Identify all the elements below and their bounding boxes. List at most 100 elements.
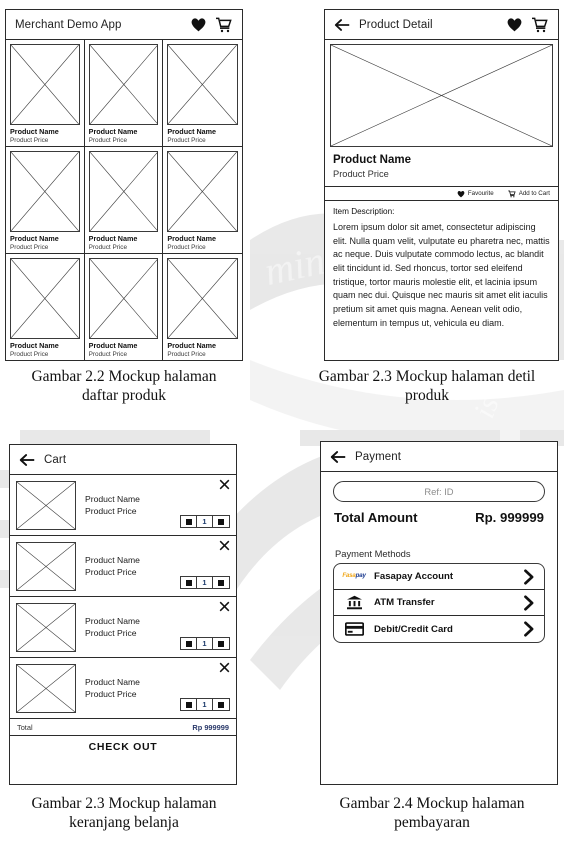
increase-quantity-button[interactable] xyxy=(213,516,229,527)
cart-item-list: Product Name Product Price 1 Product Name Pr… xyxy=(10,475,236,719)
mockup-cart: Cart Product Name Product Price 1 Product N… xyxy=(9,444,237,785)
product-hero-image-placeholder xyxy=(330,44,553,147)
product-card[interactable]: Product Name Product Price xyxy=(84,40,164,147)
payment-method-item[interactable]: ATM Transfer xyxy=(334,590,544,616)
cart-total-row: Total Rp 999999 xyxy=(10,719,236,736)
product-image-placeholder xyxy=(167,44,238,125)
payment-method-item[interactable]: Debit/Credit Card xyxy=(334,616,544,642)
product-name: Product Name xyxy=(10,341,59,350)
plus-icon xyxy=(218,640,224,647)
product-card[interactable]: Product Name Product Price xyxy=(85,254,164,360)
minus-icon xyxy=(185,701,192,708)
heart-icon[interactable] xyxy=(190,17,207,32)
remove-item-icon[interactable] xyxy=(219,601,230,612)
plus-icon xyxy=(218,579,224,586)
back-arrow-icon[interactable] xyxy=(334,18,351,32)
caption-line-2: daftar produk xyxy=(82,386,166,404)
quantity-stepper[interactable]: 1 xyxy=(180,576,230,589)
payment-method-label: Debit/Credit Card xyxy=(374,623,453,635)
remove-item-icon[interactable] xyxy=(219,540,230,551)
product-card[interactable]: Product Name Product Price xyxy=(84,147,164,254)
product-price: Product Price xyxy=(88,351,128,358)
mockup-product-list: Merchant Demo App Product Name Product Pr… xyxy=(5,9,243,361)
payment-method-label: ATM Transfer xyxy=(374,597,435,608)
cart-item-image-placeholder xyxy=(16,541,76,591)
decrease-quantity-button[interactable] xyxy=(181,516,197,527)
app-title: Merchant Demo App xyxy=(15,18,122,31)
remove-item-icon[interactable] xyxy=(219,662,230,673)
add-to-cart-label: Add to Cart xyxy=(518,190,550,197)
quantity-stepper[interactable]: 1 xyxy=(180,515,230,528)
mockup-payment: Payment Ref: ID Total Amount Rp. 999999 … xyxy=(320,441,558,785)
cart-icon[interactable] xyxy=(215,17,233,33)
decrease-quantity-button[interactable] xyxy=(181,638,197,649)
back-arrow-icon[interactable] xyxy=(19,453,36,467)
ref-id-input[interactable]: Ref: ID xyxy=(333,481,545,502)
caption-line-2: produk xyxy=(405,386,449,404)
caption-line-1: Gambar 2.3 Mockup halaman detil xyxy=(318,368,536,385)
decrease-quantity-button[interactable] xyxy=(181,699,197,710)
product-price: Product Price xyxy=(167,137,206,144)
payment-method-icon xyxy=(342,595,366,610)
product-image-placeholder xyxy=(88,44,159,125)
product-price: Product Price xyxy=(167,351,206,358)
product-name: Product Name xyxy=(167,127,217,136)
product-detail-appbar: Product Detail xyxy=(325,10,558,40)
product-list-appbar: Merchant Demo App xyxy=(6,10,242,40)
bank-building-icon xyxy=(346,595,362,610)
product-name: Product Name xyxy=(88,341,138,350)
cart-item-row: Product Name Product Price 1 xyxy=(10,597,236,658)
favourite-label: Favourite xyxy=(467,190,494,197)
increase-quantity-button[interactable] xyxy=(213,638,229,649)
caption-line-2: pembayaran xyxy=(394,813,470,831)
decrease-quantity-button[interactable] xyxy=(181,577,197,588)
payment-methods-label: Payment Methods xyxy=(335,548,411,559)
product-card[interactable]: Product Name Product Price xyxy=(163,147,242,254)
chevron-right-icon xyxy=(524,594,534,611)
quantity-value: 1 xyxy=(197,699,213,710)
payment-method-item[interactable]: Fasapay Fasapay Account xyxy=(334,564,544,590)
checkout-button[interactable]: CHECK OUT xyxy=(10,736,236,758)
cart-total-value: Rp 999999 xyxy=(192,722,229,732)
product-card[interactable]: Product Name Product Price xyxy=(163,254,242,360)
cart-item-info: Product Name Product Price xyxy=(85,616,230,638)
product-image-placeholder xyxy=(88,258,159,339)
payment-methods-list: Fasapay Fasapay Account ATM Transfer Debit/… xyxy=(333,563,545,643)
caption-line-1: Gambar 2.4 Mockup halaman xyxy=(339,795,525,812)
product-price: Product Price xyxy=(167,244,206,251)
favourite-button[interactable]: Favourite xyxy=(457,190,494,198)
product-card[interactable]: Product Name Product Price xyxy=(6,40,85,147)
product-price: Product Price xyxy=(88,137,128,144)
cart-item-row: Product Name Product Price 1 xyxy=(10,536,236,597)
remove-item-icon[interactable] xyxy=(219,479,230,490)
cart-total-label: Total xyxy=(17,722,33,732)
cart-item-image-placeholder xyxy=(16,602,76,652)
heart-icon[interactable] xyxy=(506,17,523,32)
quantity-stepper[interactable]: 1 xyxy=(180,637,230,650)
mockup-product-detail: Product Detail Product Name Product Pric… xyxy=(324,9,559,361)
product-card[interactable]: Product Name Product Price xyxy=(163,40,242,147)
quantity-stepper[interactable]: 1 xyxy=(180,698,230,711)
cart-icon[interactable] xyxy=(531,17,549,33)
cart-item-row: Product Name Product Price 1 xyxy=(10,475,236,536)
chevron-right-icon xyxy=(524,621,534,637)
increase-quantity-button[interactable] xyxy=(213,577,229,588)
product-name: Product Name xyxy=(167,341,217,350)
cart-item-image-placeholder xyxy=(16,480,76,530)
product-card[interactable]: Product Name Product Price xyxy=(6,254,85,360)
product-name: Product Name xyxy=(85,616,140,626)
product-image-placeholder xyxy=(88,151,159,232)
chevron-right-icon xyxy=(524,568,534,585)
add-to-cart-button[interactable]: Add to Cart xyxy=(507,190,550,198)
payment-method-icon: Fasapay xyxy=(342,573,366,579)
product-price: Product Price xyxy=(88,244,128,251)
plus-icon xyxy=(218,518,224,525)
product-name: Product Name xyxy=(85,677,140,687)
back-arrow-icon[interactable] xyxy=(330,450,347,464)
product-card[interactable]: Product Name Product Price xyxy=(6,147,85,254)
product-name: Product Name xyxy=(85,494,140,504)
cart-item-image-placeholder xyxy=(16,663,76,713)
app-title: Product Detail xyxy=(359,18,433,31)
total-amount-row: Total Amount Rp. 999999 xyxy=(334,510,544,525)
increase-quantity-button[interactable] xyxy=(213,699,229,710)
